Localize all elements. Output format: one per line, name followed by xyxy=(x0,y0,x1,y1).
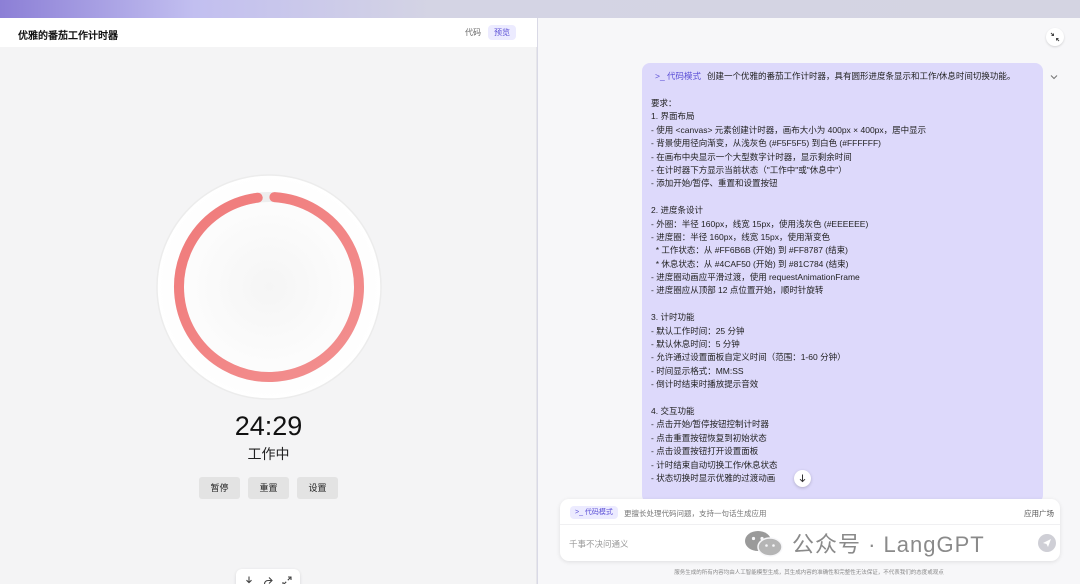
message-line: - 进度圈应从顶部 12 点位置开始，顺时针旋转 xyxy=(651,285,824,296)
message-line: - 点击设置按钮打开设置面板 xyxy=(651,446,759,457)
message-mode-tag: >_ 代码模式 xyxy=(655,71,702,81)
send-button[interactable] xyxy=(1038,534,1056,552)
tab-preview[interactable]: 预览 xyxy=(488,25,516,40)
message-line: - 状态切换时显示优雅的过渡动画 xyxy=(651,472,776,483)
message-line xyxy=(651,191,1041,204)
message-line: - 默认工作时间：25 分钟 xyxy=(651,325,745,336)
message-line: 4. 交互功能 xyxy=(651,405,695,416)
scroll-down-icon[interactable] xyxy=(794,470,811,487)
message-line: - 进度圈动画应平滑过渡，使用 requestAnimationFrame xyxy=(651,272,860,283)
message-line: - 点击开始/暂停按钮控制计时器 xyxy=(651,419,770,430)
message-line xyxy=(651,392,1041,405)
message-line: * 休息状态：从 #4CAF50 (开始) 到 #81C784 (结束) xyxy=(651,258,849,269)
message-first-line: 创建一个优雅的番茄工作计时器，具有圆形进度条显示和工作/休息时间切换功能。 xyxy=(707,71,1016,81)
message-line: - 点击重置按钮恢复到初始状态 xyxy=(651,432,767,443)
message-line: 3. 计时功能 xyxy=(651,312,695,323)
input-divider xyxy=(560,524,1060,525)
timer-background-disc xyxy=(156,174,382,400)
share-icon[interactable] xyxy=(262,574,274,584)
wechat-icon xyxy=(745,531,783,557)
message-line: * 工作状态：从 #FF6B6B (开始) 到 #FF8787 (结束) xyxy=(651,245,848,256)
preview-panel: 优雅的番茄工作计时器 代码 预览 24:29 工作中 暂停 重置 设置 xyxy=(0,18,537,584)
message-line: 2. 进度条设计 xyxy=(651,205,703,216)
message-body: 要求： 1. 界面布局 - 使用 <canvas> 元素创建计时器，画布大小为 40… xyxy=(651,97,1041,485)
message-line: - 进度圈：半径 160px，线宽 15px，使用渐变色 xyxy=(651,231,831,242)
collapse-icon[interactable] xyxy=(1046,28,1064,46)
chat-panel: >_ 代码模式 创建一个优雅的番茄工作计时器，具有圆形进度条显示和工作/休息时间… xyxy=(538,18,1080,584)
message-line: - 允许通过设置面板自定义时间（范围：1-60 分钟） xyxy=(651,352,846,363)
message-line: - 背景使用径向渐变，从浅灰色 (#F5F5F5) 到白色 (#FFFFFF) xyxy=(651,138,881,149)
input-mode-hint: 更擅长处理代码问题，支持一句话生成应用 xyxy=(624,509,767,518)
preview-title: 优雅的番茄工作计时器 xyxy=(18,31,118,42)
message-line: - 时间显示格式：MM:SS xyxy=(651,365,744,376)
message-line: - 倒计时结束时播放提示音效 xyxy=(651,379,759,390)
chevron-down-icon[interactable] xyxy=(1048,70,1060,82)
settings-button[interactable]: 设置 xyxy=(297,477,338,499)
message-line: - 在画布中央显示一个大型数字计时器，显示剩余时间 xyxy=(651,151,852,162)
download-icon[interactable] xyxy=(243,574,255,584)
disclaimer-text: 服务生成的所有内容均由人工智能模型生成，其生成内容的准确性和完整性无法保证，不代… xyxy=(674,570,944,576)
message-line: 要求： xyxy=(651,98,677,108)
reset-button[interactable]: 重置 xyxy=(248,477,289,499)
timer-progress-ring xyxy=(156,174,382,400)
expand-icon[interactable] xyxy=(281,574,293,584)
watermark: 公众号 · LangGPT xyxy=(742,528,985,558)
input-mode-tag[interactable]: >_ 代码模式 xyxy=(570,506,618,519)
app-plaza-link[interactable]: 应用广场 xyxy=(1024,508,1054,519)
message-line: 1. 界面布局 xyxy=(651,111,695,122)
message-line: - 默认休息时间：5 分钟 xyxy=(651,339,740,350)
message-line: - 在计时器下方显示当前状态（"工作中"或"休息中"） xyxy=(651,164,847,175)
timer-display: 24:29 xyxy=(234,411,303,441)
tab-code[interactable]: 代码 xyxy=(459,25,487,40)
preview-header: 优雅的番茄工作计时器 代码 预览 xyxy=(0,18,537,47)
watermark-text: 公众号 · LangGPT xyxy=(792,532,985,557)
message-line xyxy=(651,298,1041,311)
message-line: - 外圈：半径 160px，线宽 15px，使用浅灰色 (#EEEEEE) xyxy=(651,218,869,229)
message-line: - 添加开始/暂停、重置和设置按钮 xyxy=(651,178,778,189)
message-line: - 计时结束自动切换工作/休息状态 xyxy=(651,459,778,470)
pause-button[interactable]: 暂停 xyxy=(199,477,240,499)
message-line: - 使用 <canvas> 元素创建计时器，画布大小为 400px × 400p… xyxy=(651,124,927,135)
timer-status: 工作中 xyxy=(247,446,290,462)
window-top-bar xyxy=(0,0,1080,18)
preview-toolbar xyxy=(236,569,300,584)
user-message-bubble: >_ 代码模式 创建一个优雅的番茄工作计时器，具有圆形进度条显示和工作/休息时间… xyxy=(642,63,1043,503)
